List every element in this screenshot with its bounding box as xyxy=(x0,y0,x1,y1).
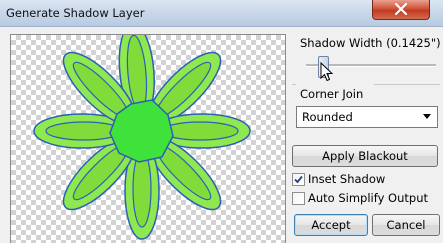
inset-shadow-label: Inset Shadow xyxy=(308,172,386,186)
corner-join-value: Rounded xyxy=(302,110,353,124)
corner-join-label: Corner Join xyxy=(300,87,364,101)
title-bar[interactable]: Generate Shadow Layer xyxy=(0,0,443,27)
apply-blackout-button[interactable]: Apply Blackout xyxy=(292,145,438,167)
shadow-preview-canvas xyxy=(10,34,286,243)
accept-button[interactable]: Accept xyxy=(294,214,368,236)
window-title: Generate Shadow Layer xyxy=(6,6,145,20)
check-icon xyxy=(294,175,303,184)
auto-simplify-label: Auto Simplify Output xyxy=(308,191,428,205)
inset-shadow-checkbox[interactable] xyxy=(292,173,305,186)
shadow-width-label: Shadow Width (0.1425") xyxy=(300,36,441,50)
petal-inner xyxy=(161,121,239,141)
chevron-down-icon xyxy=(423,114,431,119)
corner-join-group-line xyxy=(292,84,296,85)
cancel-button[interactable]: Cancel xyxy=(372,214,440,236)
flower-preview-graphic xyxy=(33,35,251,240)
close-icon xyxy=(394,3,408,15)
corner-join-group-line-right xyxy=(374,84,440,85)
corner-join-select[interactable]: Rounded xyxy=(296,106,438,128)
pointer-cursor-icon xyxy=(320,62,334,82)
petal-inner xyxy=(132,150,152,228)
auto-simplify-checkbox[interactable] xyxy=(292,192,305,205)
close-button[interactable] xyxy=(372,0,430,20)
dialog-window: Generate Shadow Layer Shadow Width (0.14… xyxy=(0,0,443,243)
